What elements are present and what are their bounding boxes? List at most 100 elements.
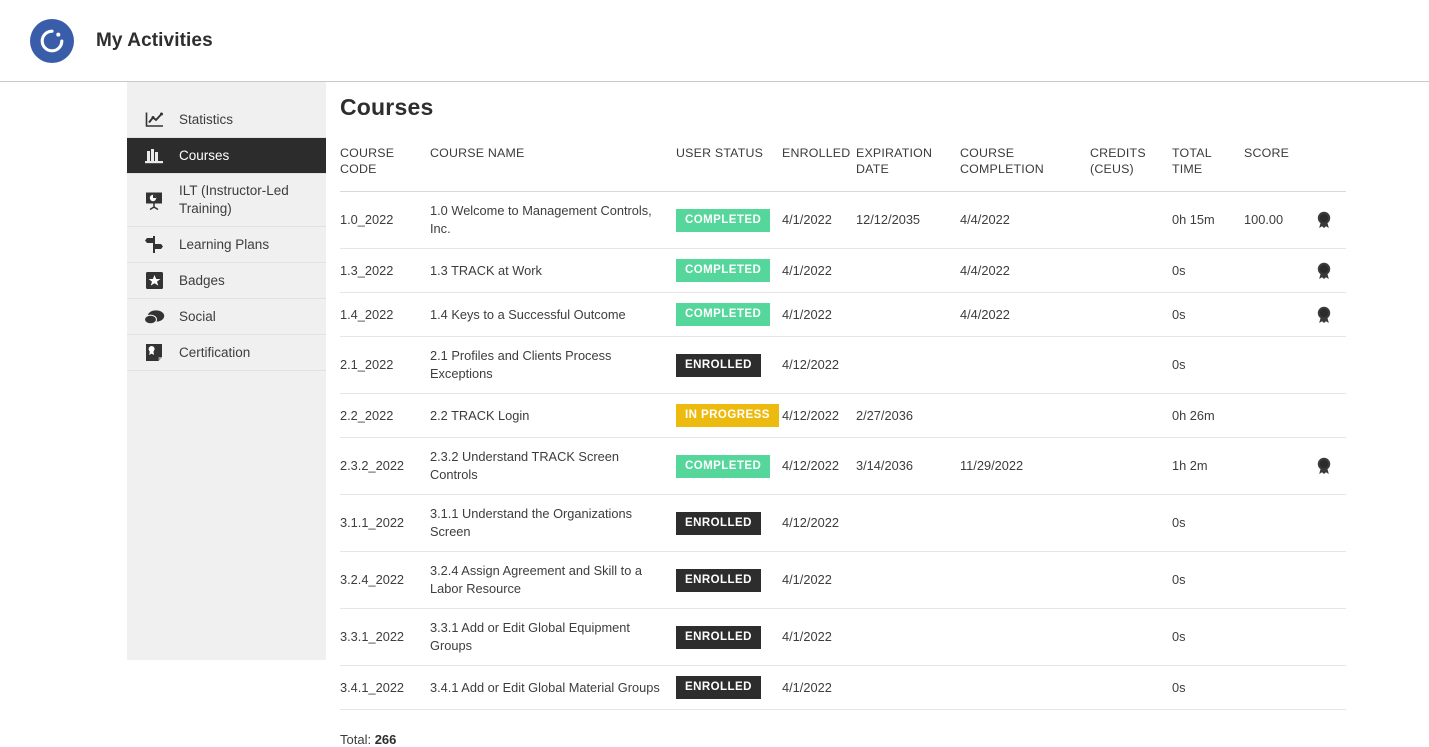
certificate-icon (141, 343, 167, 362)
column-header-total-time[interactable]: TOTAL TIME (1172, 145, 1244, 192)
cell-award (1316, 336, 1346, 394)
total-value: 266 (374, 732, 397, 747)
total-label: Total: (340, 732, 372, 747)
cell-expiration-date (856, 494, 960, 552)
cell-course-code: 2.1_2022 (340, 336, 430, 394)
column-header-course-code[interactable]: COURSE CODE (340, 145, 430, 192)
cell-course-name[interactable]: 3.4.1 Add or Edit Global Material Groups (430, 665, 676, 710)
cell-course-completion (960, 665, 1090, 710)
cell-expiration-date (856, 336, 960, 394)
cell-credits-ceus (1090, 248, 1172, 293)
cell-course-name[interactable]: 1.4 Keys to a Successful Outcome (430, 292, 676, 337)
cell-credits-ceus (1090, 191, 1172, 249)
star-badge-icon (141, 271, 167, 290)
column-header-course-completion[interactable]: COURSE COMPLETION (960, 145, 1090, 192)
cell-award (1316, 665, 1346, 710)
sidebar-item-label: Badges (179, 272, 225, 288)
cell-expiration-date: 2/27/2036 (856, 393, 960, 438)
cell-enrolled: 4/12/2022 (782, 494, 856, 552)
cell-enrolled: 4/1/2022 (782, 665, 856, 710)
sidebar-item-label: Social (179, 308, 216, 324)
table-row[interactable]: 1.3_2022 1.3 TRACK at Work COMPLETED 4/1/20… (340, 248, 1346, 293)
table-row[interactable]: 2.2_2022 2.2 TRACK Login IN PROGRESS 4/12/2… (340, 393, 1346, 438)
signpost-icon (141, 235, 167, 254)
cell-course-code: 1.3_2022 (340, 248, 430, 293)
sidebar-item-certification[interactable]: Certification (127, 335, 326, 371)
column-header-credits-ceus[interactable]: CREDITS (CEUS) (1090, 145, 1172, 192)
brand-logo-icon[interactable] (30, 18, 74, 63)
award-medal-icon[interactable] (1316, 211, 1346, 229)
cell-course-name[interactable]: 2.2 TRACK Login (430, 393, 676, 438)
column-header-expiration-date[interactable]: EXPIRATION DATE (856, 145, 960, 192)
cell-course-completion (960, 551, 1090, 609)
cell-course-name[interactable]: 2.1 Profiles and Clients Process Excepti… (430, 336, 676, 394)
cell-course-completion: 4/4/2022 (960, 191, 1090, 249)
page-body: Statistics Courses ILT (Instructor-Led T… (0, 82, 1429, 747)
cell-course-name[interactable]: 1.3 TRACK at Work (430, 248, 676, 293)
cell-user-status: ENROLLED (676, 608, 782, 666)
table-row[interactable]: 3.3.1_2022 3.3.1 Add or Edit Global Equip… (340, 608, 1346, 666)
sidebar-item-courses[interactable]: Courses (127, 138, 326, 174)
sidebar-item-social[interactable]: Social (127, 299, 326, 335)
cell-course-name[interactable]: 3.2.4 Assign Agreement and Skill to a La… (430, 551, 676, 609)
cell-course-name[interactable]: 3.3.1 Add or Edit Global Equipment Group… (430, 608, 676, 666)
table-row[interactable]: 3.2.4_2022 3.2.4 Assign Agreement and Ski… (340, 551, 1346, 609)
cell-award[interactable] (1316, 292, 1346, 337)
cell-course-completion: 4/4/2022 (960, 292, 1090, 337)
cell-enrolled: 4/12/2022 (782, 336, 856, 394)
cell-award[interactable] (1316, 191, 1346, 249)
cell-award[interactable] (1316, 248, 1346, 293)
cell-total-time: 0s (1172, 248, 1244, 293)
cell-score (1244, 437, 1316, 495)
sidebar-item-label: Statistics (179, 111, 234, 127)
cell-total-time: 0s (1172, 608, 1244, 666)
award-medal-icon[interactable] (1316, 306, 1346, 324)
table-row[interactable]: 2.3.2_2022 2.3.2 Understand TRACK Screen … (340, 437, 1346, 495)
cell-total-time: 0h 26m (1172, 393, 1244, 438)
cell-total-time: 1h 2m (1172, 437, 1244, 495)
table-row[interactable]: 1.0_2022 1.0 Welcome to Management Contro… (340, 191, 1346, 249)
table-row[interactable]: 3.1.1_2022 3.1.1 Understand the Organizat… (340, 494, 1346, 552)
cell-award (1316, 608, 1346, 666)
status-badge: COMPLETED (676, 208, 771, 232)
cell-credits-ceus (1090, 494, 1172, 552)
sidebar-item-statistics[interactable]: Statistics (127, 102, 326, 138)
cell-score (1244, 608, 1316, 666)
column-header-enrolled[interactable]: ENROLLED (782, 145, 856, 192)
cell-course-name[interactable]: 1.0 Welcome to Management Controls, Inc. (430, 191, 676, 249)
cell-course-code: 1.4_2022 (340, 292, 430, 337)
column-header-user-status[interactable]: USER STATUS (676, 145, 782, 192)
cell-award (1316, 393, 1346, 438)
cell-score (1244, 551, 1316, 609)
sidebar-item-label: Courses (179, 147, 230, 163)
cell-total-time: 0s (1172, 336, 1244, 394)
cell-course-name[interactable]: 2.3.2 Understand TRACK Screen Controls (430, 437, 676, 495)
cell-enrolled: 4/1/2022 (782, 608, 856, 666)
cell-award[interactable] (1316, 437, 1346, 495)
sidebar-item-ilt[interactable]: ILT (Instructor-Led Training) (127, 174, 326, 227)
sidebar-item-label: ILT (Instructor-Led Training) (179, 183, 289, 216)
cell-credits-ceus (1090, 393, 1172, 438)
cell-credits-ceus (1090, 608, 1172, 666)
table-row[interactable]: 2.1_2022 2.1 Profiles and Clients Process… (340, 336, 1346, 394)
cell-course-code: 3.4.1_2022 (340, 665, 430, 710)
sidebar-item-learning-plans[interactable]: Learning Plans (127, 227, 326, 263)
cell-total-time: 0s (1172, 292, 1244, 337)
cell-enrolled: 4/12/2022 (782, 437, 856, 495)
cell-course-completion: 4/4/2022 (960, 248, 1090, 293)
cell-expiration-date (856, 608, 960, 666)
cell-course-name[interactable]: 3.1.1 Understand the Organizations Scree… (430, 494, 676, 552)
cell-total-time: 0s (1172, 494, 1244, 552)
cell-score (1244, 393, 1316, 438)
sidebar: Statistics Courses ILT (Instructor-Led T… (127, 82, 326, 660)
table-row[interactable]: 1.4_2022 1.4 Keys to a Successful Outcome… (340, 292, 1346, 337)
award-medal-icon[interactable] (1316, 457, 1346, 475)
cell-total-time: 0s (1172, 665, 1244, 710)
cell-total-time: 0s (1172, 551, 1244, 609)
sidebar-item-badges[interactable]: Badges (127, 263, 326, 299)
table-header: COURSE CODE COURSE NAME USER STATUS ENRO… (340, 145, 1346, 192)
table-row[interactable]: 3.4.1_2022 3.4.1 Add or Edit Global Mater… (340, 665, 1346, 710)
column-header-course-name[interactable]: COURSE NAME (430, 145, 676, 192)
award-medal-icon[interactable] (1316, 262, 1346, 280)
column-header-score[interactable]: SCORE (1244, 145, 1316, 192)
